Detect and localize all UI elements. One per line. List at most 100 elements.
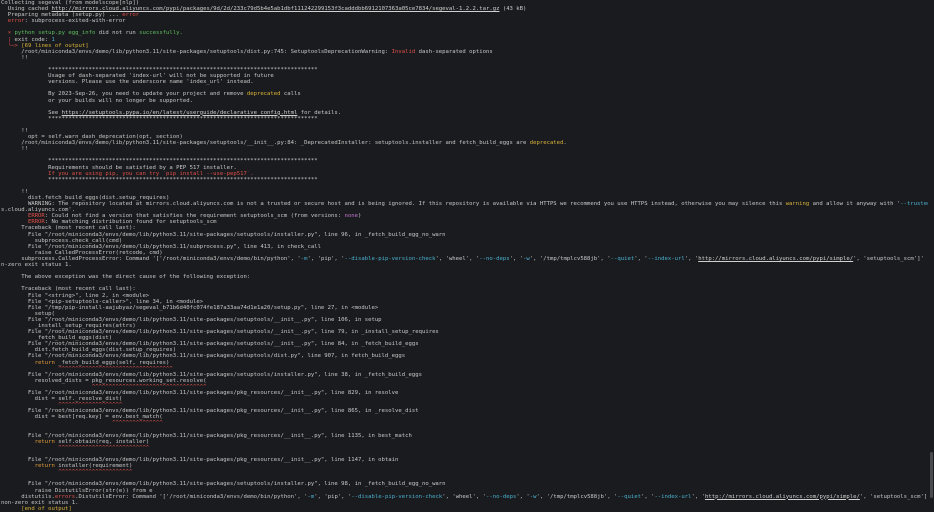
terminal-text: Collecting segeval (from modelscope[nlp]… — [1, 0, 140, 6]
terminal-text: ^^^^^^^^^^^^^^^^^^^^^^^^^^^^^^^^^^ — [1, 365, 173, 372]
terminal-text: If you are using pip, you can try `pip i… — [48, 170, 254, 177]
terminal-text: File "/root/miniconda3/envs/demo/lib/pyt… — [1, 390, 399, 396]
terminal-line: WARNING: The repository located at mirro… — [1, 201, 928, 207]
terminal-text: errors — [54, 493, 76, 500]
terminal-text: ) — [358, 213, 362, 220]
terminal-text: File "/root/miniconda3/envs/demo/lib/pyt… — [1, 353, 406, 360]
terminal-link[interactable]: https://setuptools.pypa.io/en/latest/use… — [62, 110, 298, 116]
terminal-text: File "/root/miniconda3/envs/demo/lib/pyt… — [1, 481, 446, 488]
terminal-text: See — [1, 109, 62, 116]
terminal-text: deprecated — [529, 140, 564, 147]
terminal-text: warning — [785, 201, 810, 208]
terminal-text: File "<string>", line 2, in <module> — [1, 292, 150, 299]
terminal-text: The above exception was the direct cause… — [1, 274, 251, 281]
terminal-text: return — [34, 359, 55, 366]
terminal-text: subprocess.CalledProcessError: Command '… — [1, 255, 301, 262]
terminal-text: ', 'setuptools_scm']' returned — [859, 493, 928, 500]
terminal-text: ^^^^^^^^^^^^^^^^^^^^^^^^^^^^^^^^^^ — [1, 383, 207, 390]
terminal-text: --no-deps — [479, 255, 510, 262]
terminal-text: File "/root/miniconda3/envs/demo/lib/pyt… — [1, 371, 422, 378]
terminal-text: ^^^^^^^^^^^^^^^^^^^^^^ — [1, 469, 133, 476]
terminal-text: self.obtain(req, installer) — [54, 438, 150, 445]
terminal-text: distutils. — [1, 493, 55, 500]
terminal-text: _fetch_build_eggs(self, requires) — [54, 359, 170, 366]
terminal-text: ^^^^^^^^^^^^^^^ — [1, 420, 163, 427]
terminal-text: ', ' — [684, 255, 699, 262]
terminal-output[interactable]: Collecting segeval (from modelscope[nlp]… — [1, 0, 928, 512]
terminal-text: !! — [1, 146, 28, 153]
terminal-text: error — [122, 12, 140, 19]
terminal-text: : subprocess-exited-with-error — [24, 18, 126, 25]
terminal-text: ****************************************… — [1, 67, 318, 74]
terminal-text: non-zero exit status 1. — [1, 499, 79, 506]
terminal-text: File "/root/miniconda3/envs/demo/lib/pyt… — [1, 243, 321, 250]
terminal-text: did not run — [95, 30, 140, 37]
terminal-text: ', '/tmp/tmplcv588jb', ' — [529, 255, 611, 262]
terminal-text: (43 kB) — [499, 6, 527, 13]
terminal-text: Invalid — [391, 48, 416, 55]
terminal-text: .DistutilsError: Command '['/root/minico… — [75, 493, 308, 500]
terminal-scrollbar[interactable] — [930, 452, 933, 498]
terminal-text: Preparing metadata (setup.py) ... — [1, 12, 123, 19]
terminal-text: raise DistutilsError(str(e)) from e — [1, 487, 153, 494]
terminal-text: deprecated — [246, 91, 281, 98]
terminal-line: distutils.errors.DistutilsError: Command… — [1, 494, 928, 500]
terminal-text: s.cloud.aliyuncs.com'. — [1, 207, 76, 214]
terminal-text: Usage of dash-separated 'index-url' will… — [1, 73, 274, 80]
terminal-text: or your builds will no longer be support… — [1, 97, 193, 104]
terminal-text: --index-url — [647, 255, 685, 262]
terminal-text: -w — [523, 255, 530, 262]
terminal-text: File "/root/miniconda3/envs/demo/lib/pyt… — [1, 408, 419, 415]
terminal-text: ', 'pip', ' — [314, 493, 352, 500]
terminal-text: for details. — [297, 109, 342, 116]
terminal-text: Traceback (most recent call last): — [1, 225, 136, 232]
terminal-text: dist = self._resolve_dist( — [1, 396, 123, 403]
terminal-line: subprocess.CalledProcessError: Command '… — [1, 256, 928, 262]
terminal-text: /root/miniconda3/envs/demo/lib/python3.1… — [1, 140, 530, 147]
terminal-text: File "/root/miniconda3/envs/demo/lib/pyt… — [1, 231, 446, 238]
terminal-text: : No matching distribution found for set… — [44, 219, 217, 226]
terminal-text: n-zero exit status 1. — [1, 262, 72, 269]
terminal-text: Using cached — [1, 6, 52, 13]
terminal-text: File "/root/miniconda3/envs/demo/lib/pyt… — [1, 329, 439, 336]
terminal-text: _install_setup_requires(attrs) — [1, 322, 136, 329]
terminal-text: ', 'wheel', ' — [442, 493, 486, 500]
terminal-text: none — [344, 213, 359, 220]
terminal-text: return — [34, 438, 55, 445]
terminal-text: ', '/tmp/tmplcv588jb', ' — [536, 493, 618, 500]
terminal-text: ', ' — [691, 493, 705, 500]
terminal-text: ', ' — [516, 493, 530, 500]
terminal-link[interactable]: http://mirrors.cloud.aliyuncs.com/pypi/p… — [52, 6, 500, 12]
terminal-text: ', ' — [640, 493, 655, 500]
terminal-text: installer(requirement) — [54, 463, 133, 470]
terminal-text: WARNING: The repository located at mirro… — [1, 201, 786, 208]
terminal-text: dist.fetch_build_eggs(dist.setup_require… — [1, 195, 170, 201]
terminal-text: -w — [529, 493, 537, 500]
terminal-text: --disable-pip-version-check — [344, 255, 436, 262]
terminal-text: opt = self.warn_dash_deprecation(opt, se… — [1, 134, 183, 141]
terminal-link[interactable]: http://mirrors.cloud.aliyuncs.com/pypi/s… — [698, 256, 853, 262]
terminal-text: Traceback (most recent call last): — [1, 286, 136, 293]
terminal-text: --no-deps — [486, 493, 517, 500]
terminal-text: ****************************************… — [1, 176, 318, 183]
terminal-text: and allow it anyway with ' — [809, 201, 901, 208]
terminal-text: !! — [1, 188, 28, 195]
terminal-text: return — [34, 463, 55, 470]
terminal-text: ', ' — [634, 255, 648, 262]
terminal-text: /root/miniconda3/envs/demo/lib/python3.1… — [1, 48, 392, 55]
terminal-text: ****************************************… — [1, 115, 318, 122]
terminal-text: ^^^^^^^^^^^^^^^^^^^^^^^^^^^ — [1, 444, 150, 451]
terminal-text: --index-url — [654, 493, 692, 500]
terminal-text: ', 'pip', ' — [307, 255, 345, 262]
terminal-text: calls — [280, 91, 301, 98]
terminal-text: python setup.py egg_info — [14, 30, 96, 37]
terminal-link[interactable]: http://mirrors.cloud.aliyuncs.com/pypi/s… — [705, 494, 860, 500]
terminal-text: By 2023-Sep-26, you need to update your … — [1, 91, 247, 98]
terminal-text: ', ' — [509, 255, 524, 262]
